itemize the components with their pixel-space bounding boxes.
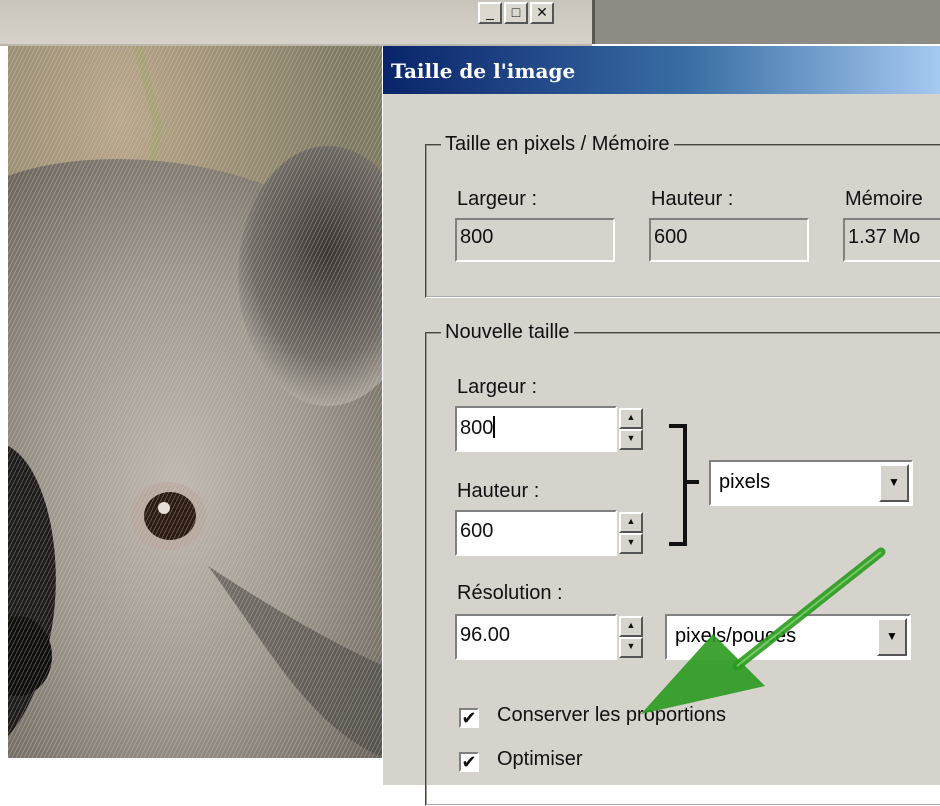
new-height-input[interactable]: 600 (455, 510, 617, 556)
current-height-label: Hauteur : (651, 188, 734, 210)
green-arrow-annotation (641, 547, 886, 714)
maximize-button[interactable]: □ (504, 2, 528, 24)
size-unit-value: pixels (719, 471, 771, 493)
new-width-label: Largeur : (457, 376, 538, 398)
koala-image (8, 46, 384, 758)
resolution-input[interactable]: 96.00 (455, 614, 617, 660)
new-width-input[interactable]: 800 (455, 406, 617, 452)
optimize-label[interactable]: Optimiser (497, 748, 583, 771)
background-window (592, 0, 940, 44)
parent-window-top: _ □ ✕ (0, 0, 940, 46)
parent-titlebar: _ □ ✕ (0, 0, 592, 46)
current-width-field: 800 (455, 218, 615, 262)
pixel-size-legend: Taille en pixels / Mémoire (441, 133, 674, 156)
chevron-down-icon[interactable]: ▼ (879, 464, 909, 502)
keep-proportions-checkbox[interactable]: ✔ (459, 708, 479, 728)
memory-label: Mémoire (845, 188, 923, 210)
memory-field: 1.37 Mo (843, 218, 940, 262)
dialog-titlebar[interactable]: Taille de l'image (383, 46, 940, 94)
optimize-checkbox[interactable]: ✔ (459, 752, 479, 772)
resolution-label: Résolution : (457, 582, 563, 604)
current-width-label: Largeur : (457, 188, 538, 210)
bracket-tick (687, 480, 699, 484)
koala-photo (8, 46, 384, 758)
proportion-link-bracket (669, 424, 687, 546)
spin-up-icon[interactable]: ▲ (619, 408, 643, 429)
dialog-title: Taille de l'image (391, 59, 576, 83)
new-height-label: Hauteur : (457, 480, 540, 502)
text-caret (493, 416, 496, 438)
size-unit-select[interactable]: pixels ▼ (709, 460, 913, 506)
minimize-button[interactable]: _ (478, 2, 502, 24)
spin-down-icon[interactable]: ▼ (619, 429, 643, 450)
close-button[interactable]: ✕ (530, 2, 554, 24)
current-height-field: 600 (649, 218, 809, 262)
new-width-stepper[interactable]: ▲ ▼ (619, 408, 643, 450)
image-size-dialog: Taille de l'image Taille en pixels / Mém… (382, 46, 940, 806)
new-size-legend: Nouvelle taille (441, 321, 574, 344)
spin-up-icon[interactable]: ▲ (619, 512, 643, 533)
